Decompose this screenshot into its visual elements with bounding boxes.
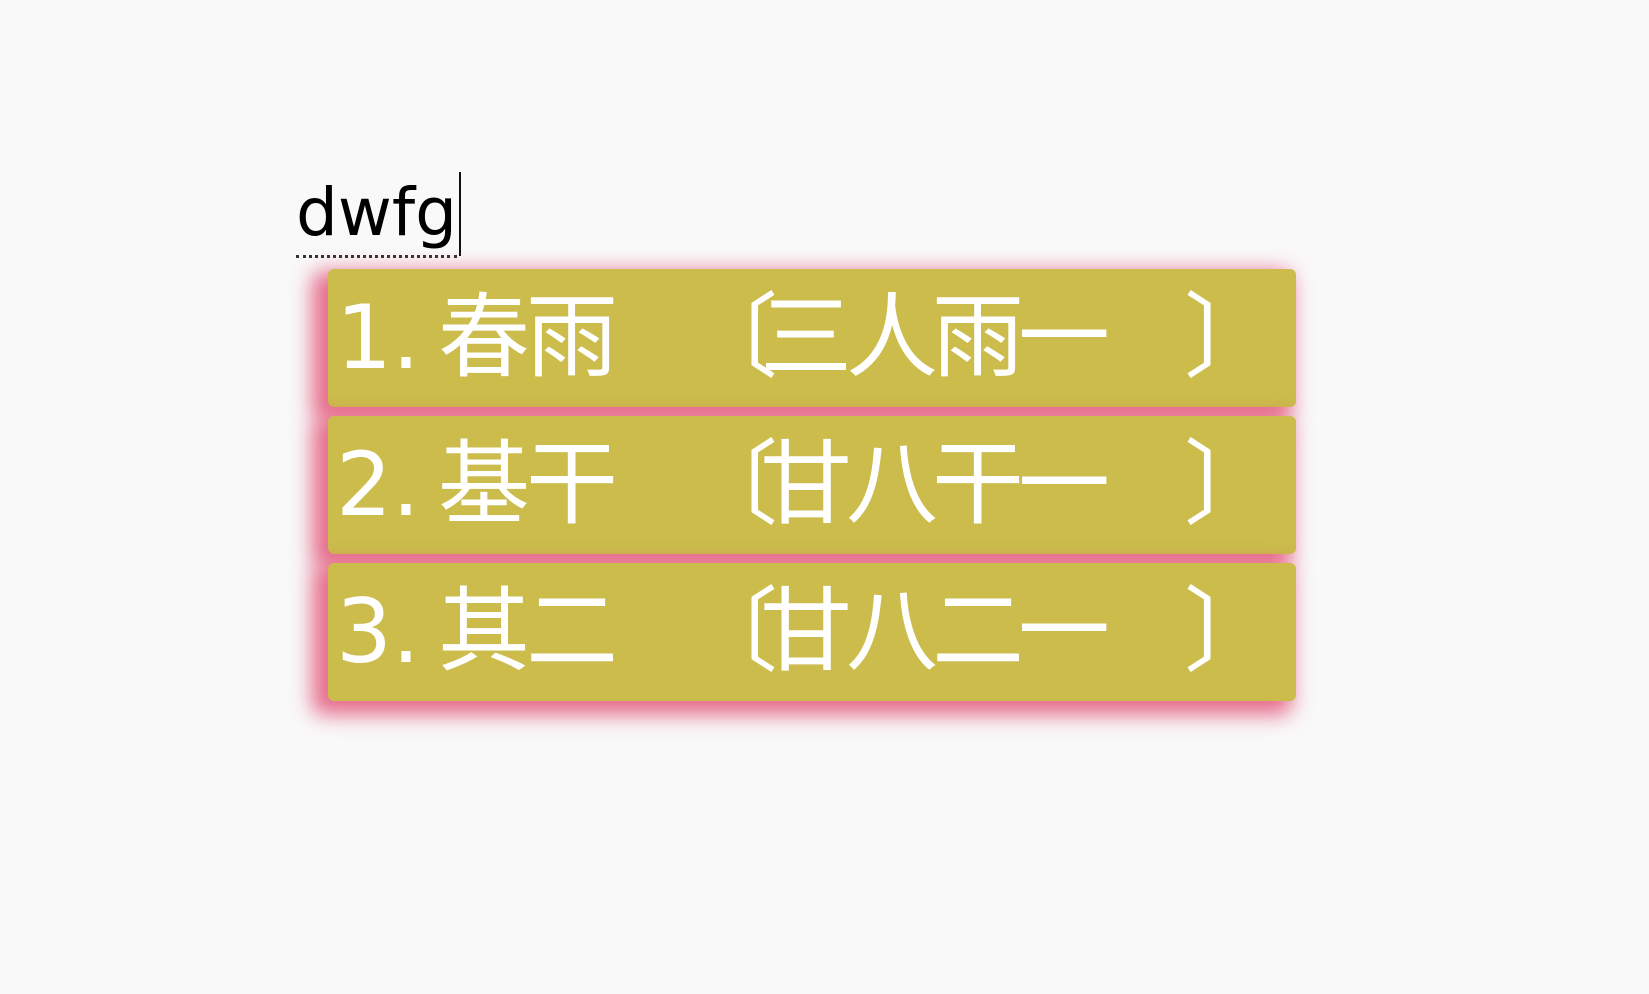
ime-composition[interactable]: dwfg bbox=[296, 168, 462, 258]
candidate-index: 1. bbox=[336, 286, 420, 389]
composition-text: dwfg bbox=[296, 173, 458, 258]
candidate-text: 其二 bbox=[438, 578, 618, 685]
ime-candidate-list: 1. 春雨 〔 三人雨一 〕 2. 基干 〔 甘八干一 〕 3. 其二 〔 甘八… bbox=[328, 269, 1296, 701]
candidate-code-open-bracket: 〔 bbox=[686, 284, 779, 391]
candidate-index: 3. bbox=[336, 580, 420, 683]
candidate-code-close-bracket: 〕 bbox=[1184, 284, 1277, 391]
candidate-text: 基干 bbox=[438, 431, 618, 538]
candidate-code: 三人雨一 bbox=[760, 284, 1110, 391]
candidate-code-close-bracket: 〕 bbox=[1184, 431, 1277, 538]
candidate-code-open-bracket: 〔 bbox=[686, 431, 779, 538]
candidate-text: 春雨 bbox=[438, 284, 618, 391]
candidate-code: 甘八干一 bbox=[760, 431, 1110, 538]
candidate-item-1[interactable]: 1. 春雨 〔 三人雨一 〕 bbox=[328, 269, 1296, 407]
candidate-code: 甘八二一 bbox=[760, 578, 1110, 685]
candidate-index: 2. bbox=[336, 433, 420, 536]
candidate-item-2[interactable]: 2. 基干 〔 甘八干一 〕 bbox=[328, 416, 1296, 554]
candidate-code-close-bracket: 〕 bbox=[1184, 578, 1277, 685]
text-caret bbox=[459, 172, 462, 256]
candidate-code-open-bracket: 〔 bbox=[686, 578, 779, 685]
candidate-item-3[interactable]: 3. 其二 〔 甘八二一 〕 bbox=[328, 563, 1296, 701]
